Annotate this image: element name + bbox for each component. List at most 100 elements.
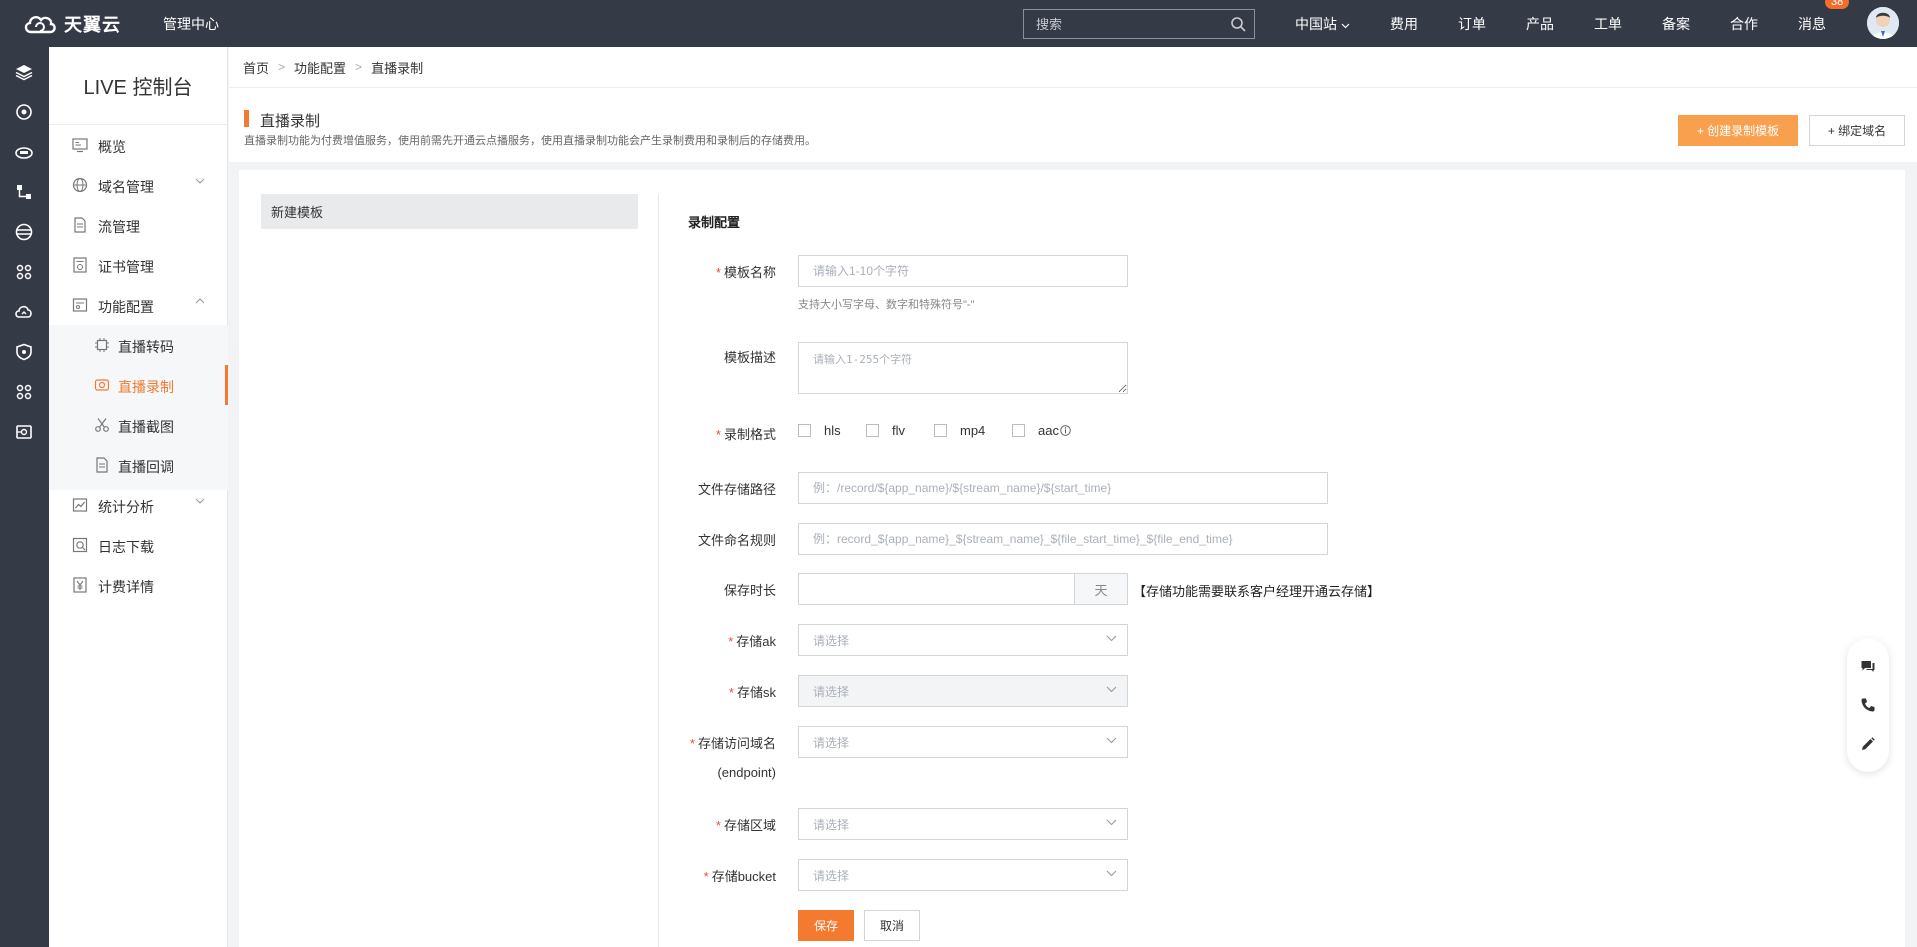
scissors-icon <box>95 418 109 432</box>
endpoint-label-text: 存储访问域名 <box>697 736 776 751</box>
format-flv-checkbox[interactable]: flv <box>866 423 905 438</box>
storage-path-label: 文件存储路径 <box>697 482 776 497</box>
nav-region[interactable]: 中国站 <box>1295 14 1390 34</box>
sidebar-item-domains[interactable]: 域名管理 <box>49 165 228 205</box>
sidebar-item-snapshot[interactable]: 直播截图 <box>49 405 228 445</box>
checkbox-label: mp4 <box>960 423 986 438</box>
top-nav: 中国站 费用 订单 产品 工单 备案 合作 消息 38 <box>1295 0 1850 47</box>
cluster-icon[interactable] <box>14 262 34 282</box>
search-input[interactable] <box>1034 15 1224 33</box>
search-icon[interactable] <box>1230 16 1246 32</box>
compute-icon[interactable] <box>14 102 34 122</box>
sidebar-item-label: 日志下载 <box>98 539 154 555</box>
sidebar-item-recording[interactable]: 直播录制 <box>49 365 228 405</box>
monitor-rail-icon[interactable] <box>14 422 34 442</box>
user-avatar[interactable] <box>1867 7 1899 39</box>
storage-path-input[interactable] <box>798 472 1328 504</box>
breadcrumb-home[interactable]: 首页 <box>243 58 269 77</box>
database-icon[interactable] <box>14 222 34 242</box>
template-item-new[interactable]: 新建模板 <box>261 194 638 229</box>
storage-bucket-select[interactable]: 请选择 <box>798 859 1128 891</box>
bind-domain-button[interactable]: + 绑定域名 <box>1809 115 1905 146</box>
storage-endpoint-select[interactable]: 请选择 <box>798 726 1128 758</box>
sidebar-item-label: 功能配置 <box>98 299 154 315</box>
apps-icon[interactable] <box>14 382 34 402</box>
nav-messages[interactable]: 消息 38 <box>1798 0 1850 34</box>
nav-tickets[interactable]: 工单 <box>1594 14 1662 34</box>
shield-icon[interactable] <box>14 342 34 362</box>
breadcrumb-features[interactable]: 功能配置 <box>294 58 346 77</box>
page-description: 直播录制功能为付费增值服务，使用前需先开通云点播服务，使用直播录制功能会产生录制… <box>244 135 816 147</box>
document-icon <box>96 457 108 473</box>
template-name-input[interactable] <box>798 255 1128 287</box>
sidebar-item-label: 直播截图 <box>118 419 174 435</box>
chat-icon[interactable] <box>1860 658 1876 674</box>
naming-rule-input[interactable] <box>798 523 1328 555</box>
select-placeholder: 请选择 <box>813 735 850 750</box>
format-aac-checkbox[interactable]: aac <box>1012 423 1071 438</box>
format-hls-checkbox[interactable]: hls <box>798 423 841 438</box>
sidebar-item-billing[interactable]: 计费详情 <box>49 565 228 605</box>
title-accent-bar <box>244 110 249 127</box>
edit-icon[interactable] <box>1860 736 1876 752</box>
layers-icon[interactable] <box>14 62 34 82</box>
sidebar-item-label: 直播录制 <box>118 379 174 395</box>
certificate-icon <box>73 257 87 273</box>
sk-label: * 存储sk <box>678 682 776 701</box>
sidebar-item-logs[interactable]: 日志下载 <box>49 525 228 565</box>
product-rail <box>0 47 49 947</box>
save-button[interactable]: 保存 <box>798 910 854 941</box>
page-header: 直播录制 直播录制功能为付费增值服务，使用前需先开通云点播服务，使用直播录制功能… <box>229 88 1917 162</box>
select-placeholder: 请选择 <box>813 633 850 648</box>
template-description-input[interactable] <box>798 342 1128 394</box>
nav-billing[interactable]: 费用 <box>1390 14 1458 34</box>
brand-logo[interactable]: 天翼云 <box>22 11 121 37</box>
create-template-button[interactable]: + 创建录制模板 <box>1678 115 1798 146</box>
sidebar-item-overview[interactable]: 概览 <box>49 125 228 165</box>
sidebar-item-label: 概览 <box>98 139 126 155</box>
sidebar-item-callback[interactable]: 直播回调 <box>49 445 228 485</box>
chevron-right-icon: > <box>355 60 363 74</box>
chevron-down-icon <box>1106 635 1117 642</box>
cloud-storage-icon[interactable] <box>14 142 34 162</box>
checkbox-box <box>934 424 947 437</box>
format-label-text: 录制格式 <box>723 427 776 442</box>
nav-cooperation[interactable]: 合作 <box>1730 14 1798 34</box>
active-indicator <box>225 365 228 405</box>
sk-label-text: 存储sk <box>736 685 776 700</box>
sidebar-item-label: 直播转码 <box>118 339 174 355</box>
naming-rule-label: 文件命名规则 <box>697 533 776 548</box>
cloud-sync-icon[interactable] <box>14 302 34 322</box>
storage-region-select[interactable]: 请选择 <box>798 808 1128 840</box>
sidebar-item-label: 统计分析 <box>98 499 154 515</box>
sidebar-item-label: 域名管理 <box>98 179 154 195</box>
sidebar-item-certificates[interactable]: 证书管理 <box>49 245 228 285</box>
management-center-link[interactable]: 管理中心 <box>163 14 219 34</box>
record-icon <box>94 379 110 391</box>
network-icon[interactable] <box>14 182 34 202</box>
nav-filing[interactable]: 备案 <box>1662 14 1730 34</box>
chart-icon <box>72 498 88 512</box>
retention-input[interactable] <box>798 573 1075 605</box>
nav-orders[interactable]: 订单 <box>1458 14 1526 34</box>
sidebar-item-streams[interactable]: 流管理 <box>49 205 228 245</box>
checkbox-label: aac <box>1038 423 1059 438</box>
format-mp4-checkbox[interactable]: mp4 <box>934 423 985 438</box>
sidebar-item-label: 直播回调 <box>118 459 174 475</box>
sidebar-item-statistics[interactable]: 统计分析 <box>49 485 228 525</box>
cancel-button[interactable]: 取消 <box>864 910 920 941</box>
phone-icon[interactable] <box>1860 697 1876 713</box>
chevron-down-icon <box>1106 819 1117 826</box>
sidebar-item-transcode[interactable]: 直播转码 <box>49 325 228 365</box>
info-icon[interactable] <box>1060 425 1071 436</box>
storage-sk-select[interactable]: 请选择 <box>798 675 1128 707</box>
region-label-text: 存储区域 <box>723 818 776 833</box>
storage-ak-select[interactable]: 请选择 <box>798 624 1128 656</box>
bucket-label: * 存储bucket <box>678 866 776 885</box>
chevron-up-icon <box>195 298 205 304</box>
nav-products[interactable]: 产品 <box>1526 14 1594 34</box>
checkbox-label: hls <box>824 423 841 438</box>
template-list: 新建模板 <box>261 194 638 229</box>
nav-messages-label: 消息 <box>1798 15 1826 32</box>
sidebar-item-features[interactable]: 功能配置 <box>49 285 228 325</box>
